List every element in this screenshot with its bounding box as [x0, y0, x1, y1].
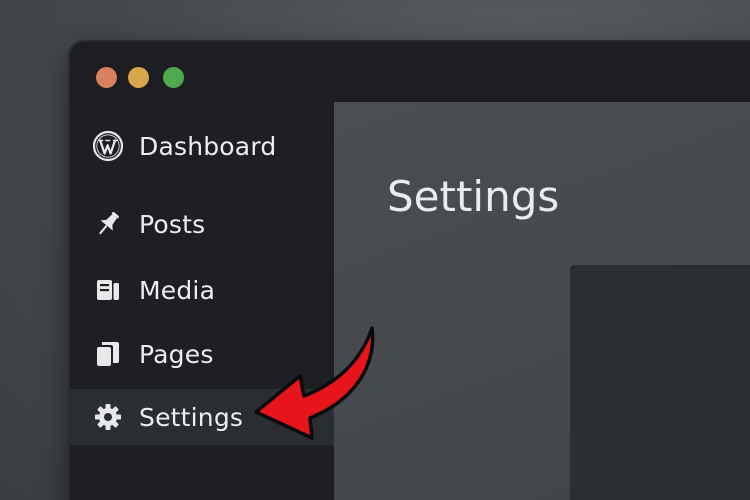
sidebar-item-dashboard[interactable]: Dashboard [70, 118, 334, 174]
sidebar-item-posts[interactable]: Posts [70, 196, 334, 252]
pages-icon [92, 338, 124, 370]
sidebar-item-label: Media [139, 275, 216, 305]
minimize-window-button[interactable] [128, 67, 149, 88]
page-title: Settings [387, 172, 560, 221]
sidebar-item-label: Dashboard [139, 131, 277, 161]
content-panel [570, 265, 750, 500]
sidebar: Dashboard Posts Media Pages Settings [70, 102, 334, 500]
wordpress-logo-icon [92, 130, 124, 162]
sidebar-item-label: Posts [139, 209, 206, 239]
pushpin-icon [92, 208, 124, 240]
sidebar-item-settings[interactable]: Settings [70, 389, 334, 445]
sidebar-item-label: Settings [139, 402, 244, 432]
close-window-button[interactable] [96, 67, 117, 88]
title-bar [70, 42, 750, 102]
media-icon [92, 274, 124, 306]
sidebar-item-media[interactable]: Media [70, 262, 334, 318]
sidebar-item-pages[interactable]: Pages [70, 326, 334, 382]
sidebar-item-label: Pages [139, 339, 214, 369]
maximize-window-button[interactable] [163, 67, 184, 88]
gear-icon [92, 401, 124, 433]
app-window: Dashboard Posts Media Pages Settings Set… [68, 40, 750, 500]
main-content: Settings [334, 102, 750, 500]
